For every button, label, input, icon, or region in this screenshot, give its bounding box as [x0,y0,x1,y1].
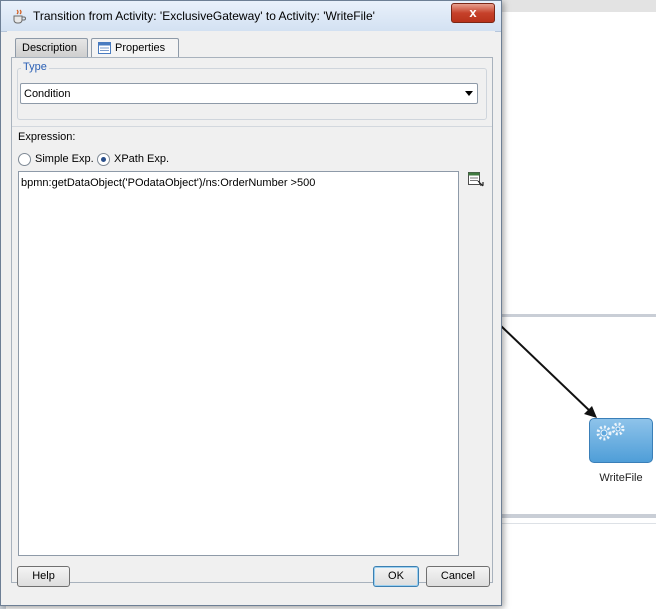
properties-tab-icon [98,42,111,54]
type-select-value: Condition [24,88,71,100]
dialog-title: Transition from Activity: 'ExclusiveGate… [33,9,375,23]
simple-exp-label[interactable]: Simple Exp. [35,153,94,165]
title-bar[interactable]: Transition from Activity: 'ExclusiveGate… [1,1,501,32]
close-button[interactable]: x [451,3,495,23]
divider [12,126,492,127]
close-icon: x [469,5,477,20]
type-select[interactable]: Condition [20,83,478,104]
simple-exp-radio[interactable] [18,153,31,166]
properties-panel: Type Condition Expression: Simple Exp. X… [11,57,493,583]
xpath-exp-label[interactable]: XPath Exp. [114,153,169,165]
writefile-task[interactable] [589,418,653,463]
tab-properties[interactable]: Properties [91,38,179,58]
tab-label: Properties [115,42,166,54]
cancel-button[interactable]: Cancel [426,566,490,587]
gears-icon [596,422,625,441]
dialog-body: Description Properties Type Condition Ex… [7,31,495,601]
task-label: WriteFile [599,472,643,484]
type-group: Type Condition [17,61,487,120]
java-cup-icon [13,9,26,24]
xpath-exp-radio[interactable] [97,153,110,166]
expression-label: Expression: [18,131,76,143]
type-group-label: Type [21,61,49,73]
tab-label: Description [22,42,78,54]
expression-text[interactable]: bpmn:getDataObject('POdataObject')/ns:Or… [21,177,315,189]
expression-builder-icon[interactable] [467,171,485,187]
tab-description[interactable]: Description [15,38,88,57]
help-button[interactable]: Help [17,566,70,587]
ok-button[interactable]: OK [373,566,419,587]
expression-editor[interactable]: bpmn:getDataObject('POdataObject')/ns:Or… [18,171,459,556]
chevron-down-icon[interactable] [465,91,473,96]
transition-dialog: Transition from Activity: 'ExclusiveGate… [0,0,502,606]
